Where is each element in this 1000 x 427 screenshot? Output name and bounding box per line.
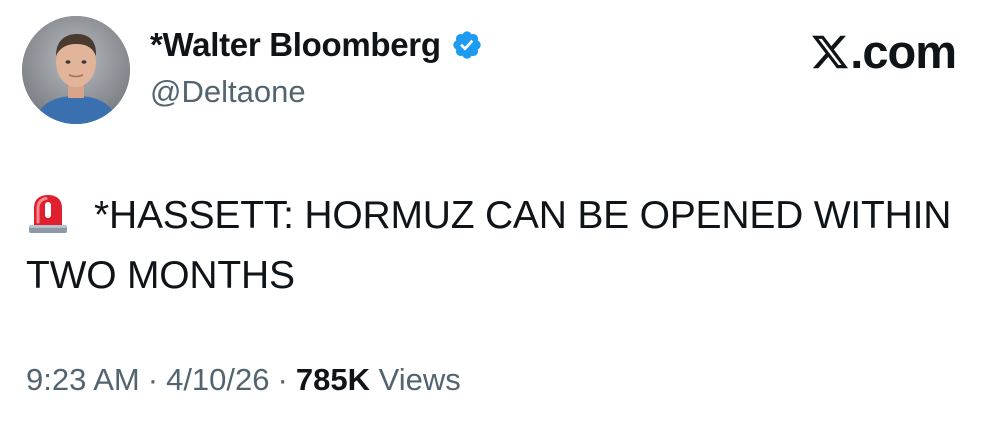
tweet-text-block: *HASSETT: HORMUZ CAN BE OPENED WITHIN TW…: [26, 186, 976, 306]
author-name-row: *Walter Bloomberg: [150, 26, 483, 64]
tweet-time[interactable]: 9:23 AM: [26, 362, 140, 397]
meta-separator: ·: [147, 362, 159, 397]
avatar[interactable]: [22, 16, 130, 124]
x-brand-watermark: .com: [810, 25, 957, 78]
x-domain-suffix: .com: [850, 25, 957, 78]
author-display-name[interactable]: *Walter Bloomberg: [150, 26, 441, 64]
tweet-text: *HASSETT: HORMUZ CAN BE OPENED WITHIN TW…: [26, 194, 952, 297]
avatar-photo: [22, 16, 130, 124]
siren-icon: [26, 192, 70, 236]
meta-separator: ·: [277, 362, 288, 397]
x-logo-icon: [810, 32, 850, 72]
tweet-date[interactable]: 4/10/26: [166, 362, 269, 397]
views-label: Views: [378, 362, 461, 397]
tweet-meta-row: 9:23 AM · 4/10/26 · 785K Views: [26, 362, 461, 398]
views-count: 785K: [295, 362, 370, 397]
verified-badge-icon: [451, 29, 483, 61]
author-handle[interactable]: @Deltaone: [150, 74, 306, 110]
